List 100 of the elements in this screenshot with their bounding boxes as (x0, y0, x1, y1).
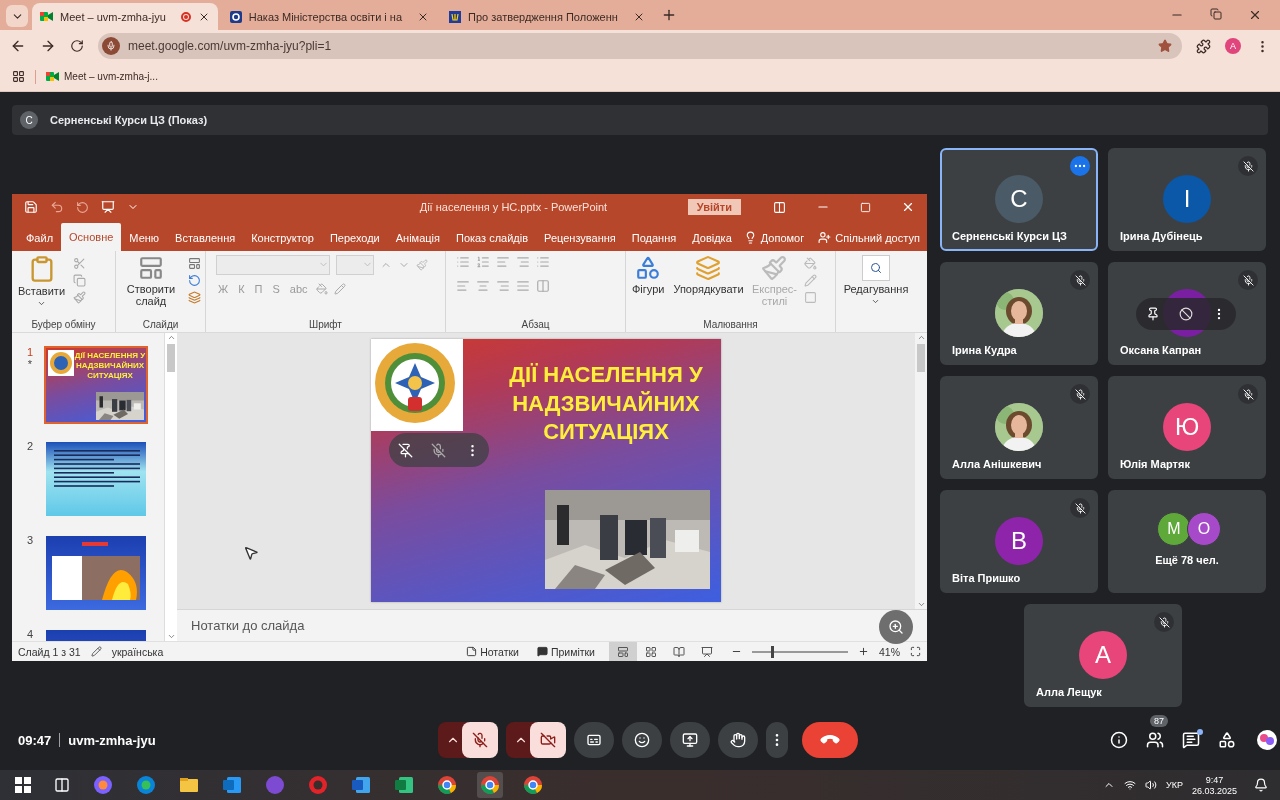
share-icon[interactable] (818, 231, 832, 245)
zoom-in-icon[interactable] (858, 646, 869, 657)
ribbon-tab[interactable]: Показ слайдів (448, 224, 537, 251)
comments-button[interactable]: Примітки (532, 645, 599, 658)
extensions-icon[interactable] (1196, 38, 1211, 54)
raise-hand-button[interactable] (718, 722, 758, 758)
bookmark[interactable]: Meet – uvm-zmha-j... (46, 71, 158, 82)
font-color-icon[interactable] (333, 282, 346, 295)
save-icon[interactable] (24, 200, 38, 215)
ribbon-tab[interactable]: Довідка (684, 224, 740, 251)
browser-tab[interactable]: Meet – uvm-zmha-jyu (32, 3, 218, 30)
layout-icon[interactable] (188, 256, 201, 270)
browser-tab[interactable]: Про затвердження Положенн (441, 3, 653, 30)
spelling-icon[interactable] (90, 646, 102, 657)
bookmark-star-icon[interactable] (1158, 39, 1172, 53)
chrome-icon[interactable] (477, 772, 503, 798)
notes-button[interactable]: Нотатки (462, 645, 523, 658)
microphone-button[interactable] (462, 722, 498, 758)
ribbon-tab[interactable]: Файл (18, 224, 62, 251)
notifications-icon[interactable] (1254, 778, 1268, 792)
camera-button[interactable] (530, 722, 566, 758)
scroll-thumb[interactable] (167, 344, 175, 372)
slide-thumbnail[interactable]: ДІЇ НАСЕЛЕННЯ У НАДЗВИЧАЙНИХ СИТУАЦІЯХ (44, 346, 148, 424)
close-icon[interactable] (1248, 8, 1262, 22)
participant-tile[interactable]: Ірина Кудра (940, 262, 1098, 365)
participant-tile[interactable]: А Алла Лещук (1024, 604, 1182, 707)
repeat-icon[interactable] (76, 200, 89, 214)
windows-start-icon[interactable] (12, 774, 34, 796)
pin-icon[interactable] (1145, 307, 1160, 321)
scroll-thumb[interactable] (917, 344, 925, 372)
zoom-level[interactable]: 41% (879, 645, 900, 658)
slide-thumbnail[interactable] (44, 440, 148, 518)
ribbon-tab[interactable]: Меню (121, 224, 168, 251)
activities-icon[interactable] (1218, 731, 1236, 749)
view-button[interactable] (609, 642, 637, 661)
leave-call-button[interactable] (802, 722, 858, 758)
tell-me-label[interactable]: Допомог (760, 231, 805, 244)
unpin-icon[interactable] (398, 442, 414, 458)
apps-icon[interactable] (12, 70, 25, 83)
back-icon[interactable] (10, 38, 26, 54)
profile-avatar[interactable]: A (1225, 38, 1241, 54)
more-participants-label[interactable]: Ещё 78 чел. (1155, 554, 1219, 566)
notes-placeholder[interactable]: Нотатки до слайда (191, 618, 305, 634)
paste-button[interactable]: Вставити (16, 254, 68, 309)
captions-button[interactable] (574, 722, 614, 758)
editing-button[interactable]: Редагування (841, 254, 911, 307)
undo-icon[interactable] (50, 200, 64, 215)
language-label[interactable]: українська (111, 645, 164, 658)
scrollbar[interactable] (164, 333, 177, 641)
ribbon-tab[interactable]: Основне (61, 222, 122, 251)
browser-tab[interactable]: Наказ Міністерства освіти і на (221, 3, 438, 30)
present-button[interactable] (670, 722, 710, 758)
more-button[interactable] (1070, 156, 1090, 176)
participant-tile[interactable]: І Ірина Дубінець (1108, 148, 1266, 251)
ribbon-tab[interactable]: Подання (623, 224, 685, 251)
sparkle-icon[interactable] (1254, 729, 1280, 751)
share-label[interactable]: Спільний доступ (835, 231, 920, 244)
address-bar[interactable]: meet.google.com/uvm-zmha-jyu?pli=1 (98, 33, 1182, 59)
participant-tile[interactable]: С Серненські Курси ЦЗ (940, 148, 1098, 251)
ribbon-tab[interactable]: Вставлення (167, 224, 244, 251)
ribbon-tab[interactable]: Анімація (387, 224, 448, 251)
reactions-button[interactable] (622, 722, 662, 758)
participant-tile[interactable]: Ю Юлія Мартяк (1108, 376, 1266, 479)
font-name-field[interactable] (216, 254, 330, 275)
section-icon[interactable] (188, 290, 201, 304)
scroll-up-icon[interactable] (916, 333, 926, 342)
chat-icon[interactable] (1182, 731, 1200, 749)
network-icon[interactable] (1124, 779, 1136, 791)
zoom-button[interactable] (879, 610, 913, 645)
participant-tile[interactable]: В Віта Пришко (940, 490, 1098, 593)
slideshow-icon[interactable] (101, 200, 115, 215)
participant-tile[interactable]: Алла Анішкевич (940, 376, 1098, 479)
new-slide-button[interactable]: Створити слайд (120, 254, 182, 308)
shapes-button[interactable]: Фігури (630, 254, 667, 296)
reset-icon[interactable] (188, 273, 201, 287)
font-size-field[interactable] (336, 254, 374, 275)
scroll-down-icon[interactable] (166, 632, 176, 641)
scroll-up-icon[interactable] (166, 333, 176, 342)
maximize-icon[interactable] (860, 201, 871, 213)
restore-icon[interactable] (1210, 8, 1222, 20)
forward-icon[interactable] (40, 38, 56, 54)
fit-icon[interactable] (910, 646, 921, 657)
arrange-button[interactable]: Упорядкувати (672, 254, 745, 296)
slide-thumbnail[interactable] (44, 534, 148, 612)
more-options-button[interactable] (766, 722, 788, 758)
participant-tile[interactable]: Оксана Капран (1108, 262, 1266, 365)
volume-icon[interactable] (1145, 779, 1157, 791)
ribbon-display-icon[interactable] (773, 200, 786, 214)
blocked-icon[interactable] (1179, 307, 1193, 321)
ribbon-tab[interactable]: Конструктор (243, 224, 322, 251)
reload-icon[interactable] (70, 39, 84, 53)
input-language[interactable]: УКР (1166, 780, 1183, 790)
mic-off-icon[interactable] (431, 442, 447, 458)
ribbon-tab[interactable]: Переходи (321, 224, 388, 251)
ribbon-tab[interactable]: Рецензування (536, 224, 624, 251)
participant-tile[interactable]: М О Ещё 78 чел. (1108, 490, 1266, 593)
people-icon[interactable] (1146, 731, 1164, 749)
tab-list-button[interactable] (6, 5, 28, 27)
clock[interactable]: 9:47 26.03.2025 (1191, 774, 1237, 796)
info-icon[interactable] (1110, 731, 1128, 749)
